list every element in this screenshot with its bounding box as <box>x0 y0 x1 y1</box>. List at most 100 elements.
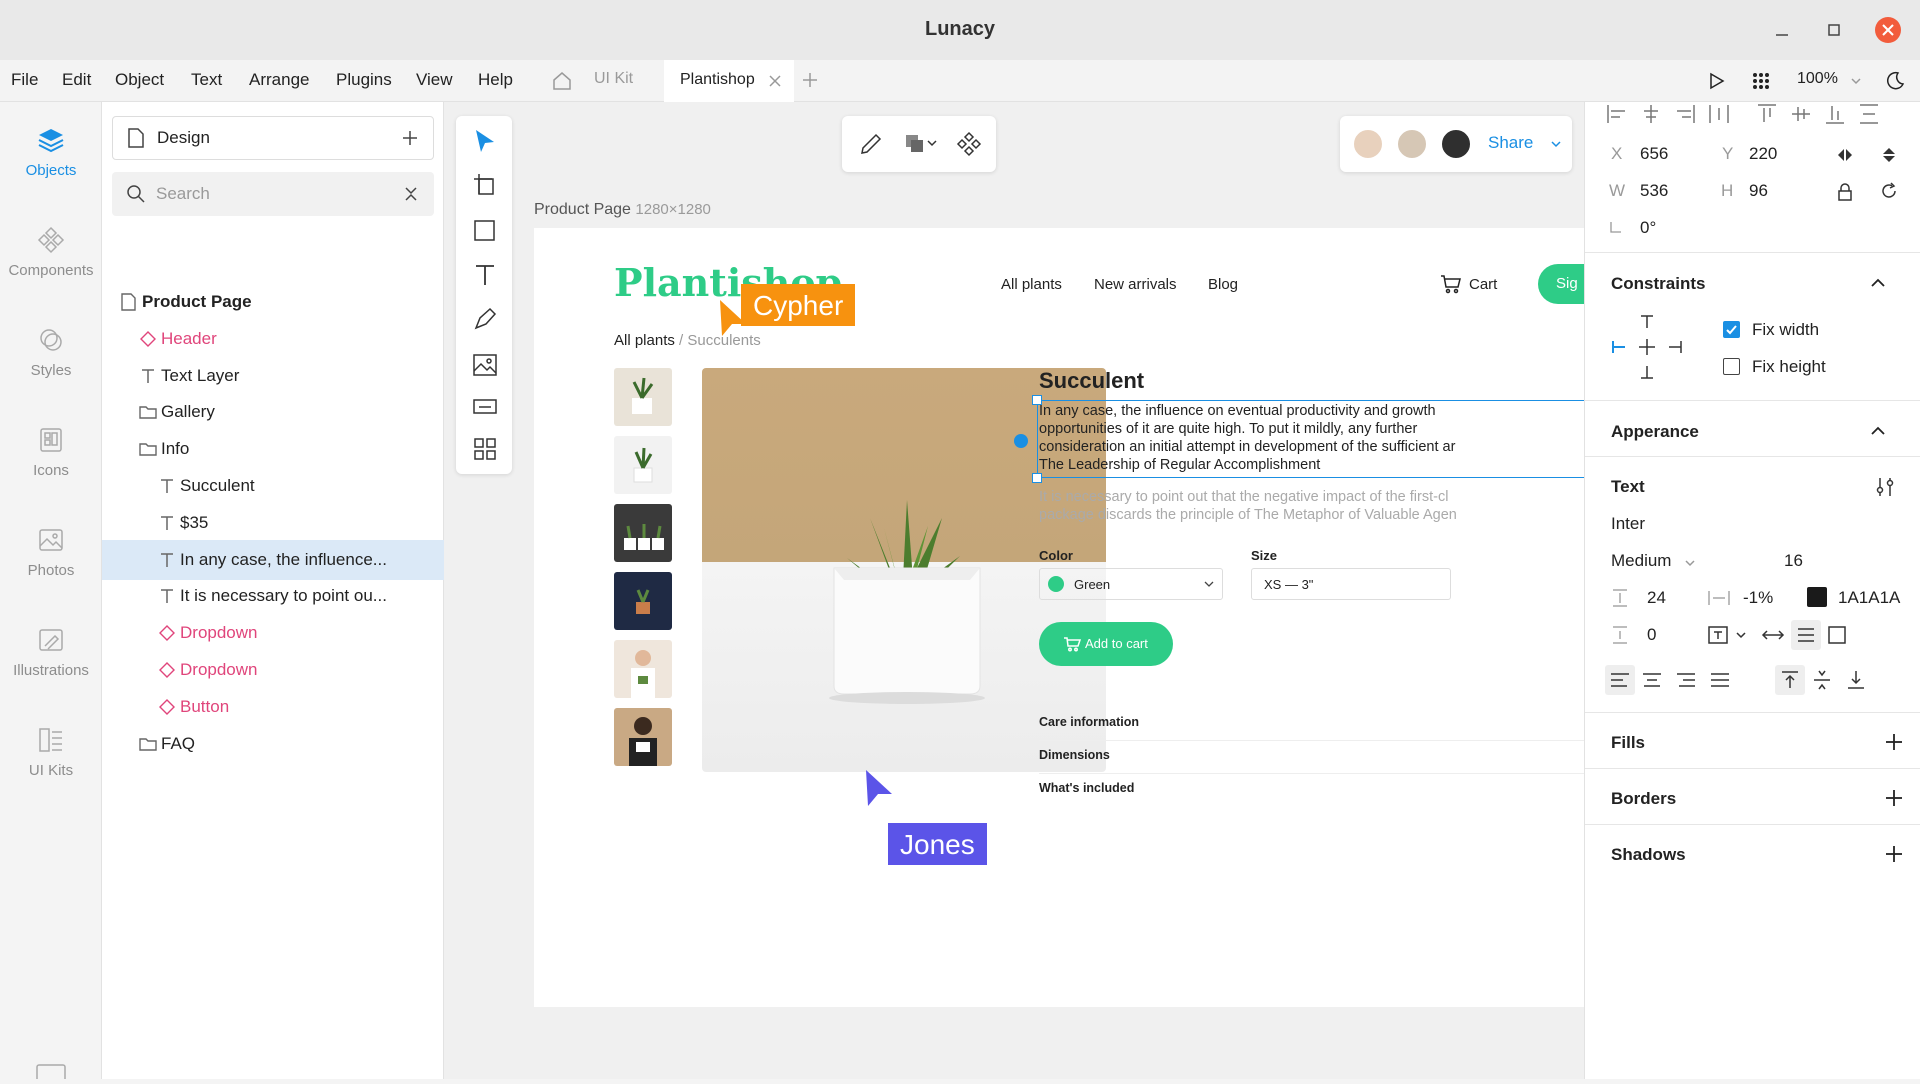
layer-row[interactable]: FAQ <box>102 726 444 762</box>
gallery-thumbnail[interactable] <box>614 572 672 630</box>
component-tool-icon[interactable] <box>472 396 498 418</box>
share-button[interactable]: Share <box>1488 133 1533 153</box>
canvas[interactable]: Share Product Page 1280×1280 Plantishop … <box>444 102 1584 1079</box>
text-tool-icon[interactable] <box>472 262 498 288</box>
layer-row[interactable]: Dropdown <box>102 652 444 688</box>
gallery-thumbnail[interactable] <box>614 640 672 698</box>
align-right-icon[interactable] <box>1673 102 1697 126</box>
text-color-swatch[interactable] <box>1807 587 1827 607</box>
maximize-icon[interactable] <box>1822 18 1846 42</box>
fix-width-checkbox[interactable] <box>1723 321 1740 338</box>
page-selector[interactable]: Design <box>112 116 434 160</box>
chevron-up-icon[interactable] <box>1869 274 1887 292</box>
font-size-input[interactable]: 16 <box>1784 551 1803 571</box>
menu-view[interactable]: View <box>416 70 453 90</box>
gallery-thumbnail[interactable] <box>614 504 672 562</box>
layer-row[interactable]: It is necessary to point ou... <box>102 578 444 614</box>
add-border-icon[interactable] <box>1885 789 1903 807</box>
rail-illustrations[interactable]: Illustrations <box>0 626 102 679</box>
new-tab-icon[interactable] <box>801 71 819 94</box>
auto-width-icon[interactable] <box>1761 624 1785 646</box>
reset-size-icon[interactable] <box>1879 181 1899 201</box>
tab-plantishop[interactable]: Plantishop <box>664 60 794 102</box>
resize-handle[interactable] <box>1032 473 1042 483</box>
text-settings-icon[interactable] <box>1875 476 1895 498</box>
font-family-select[interactable]: Inter <box>1611 514 1645 534</box>
text-align-center-icon[interactable] <box>1639 667 1665 693</box>
gallery-thumbnail[interactable] <box>614 368 672 426</box>
add-fill-icon[interactable] <box>1885 733 1903 751</box>
close-window-icon[interactable] <box>1874 16 1902 44</box>
pencil-icon[interactable] <box>858 131 884 157</box>
align-bottom-icon[interactable] <box>1823 102 1847 126</box>
menu-edit[interactable]: Edit <box>62 70 91 90</box>
distribute-horizontal-icon[interactable] <box>1707 102 1731 126</box>
vertical-align-bottom-icon[interactable] <box>1843 667 1869 693</box>
site-nav-all-plants[interactable]: All plants <box>1001 276 1062 293</box>
artboard-product-page[interactable]: Plantishop All plants New arrivals Blog … <box>534 228 1584 1007</box>
auto-height-button[interactable] <box>1791 620 1821 650</box>
rail-components[interactable]: Components <box>0 226 102 279</box>
accordion-item[interactable]: Dimensions <box>1039 741 1584 774</box>
grid-tool-icon[interactable] <box>472 436 498 462</box>
rotate-handle[interactable] <box>1014 434 1028 448</box>
search-box[interactable]: Search <box>112 172 434 216</box>
text-color-input[interactable]: 1A1A1A <box>1838 588 1900 608</box>
letter-spacing-input[interactable]: -1% <box>1743 588 1773 608</box>
vertical-align-middle-icon[interactable] <box>1809 667 1835 693</box>
align-left-icon[interactable] <box>1605 102 1629 126</box>
minimize-icon[interactable] <box>1770 18 1794 42</box>
zoom-level[interactable]: 100% <box>1797 70 1838 88</box>
keyboard-icon[interactable] <box>36 1064 66 1084</box>
line-height-input[interactable]: 24 <box>1647 588 1666 608</box>
rail-icons[interactable]: Icons <box>0 426 102 479</box>
add-shadow-icon[interactable] <box>1885 845 1903 863</box>
constraints-widget[interactable] <box>1611 312 1683 382</box>
artboard-label[interactable]: Product Page 1280×1280 <box>534 201 711 219</box>
layer-row[interactable]: $35 <box>102 505 444 541</box>
play-icon[interactable] <box>1706 71 1726 96</box>
component-create-icon[interactable] <box>956 131 982 157</box>
breadcrumb-root[interactable]: All plants <box>614 332 675 349</box>
dark-mode-icon[interactable] <box>1884 70 1906 97</box>
product-description-secondary[interactable]: It is necessary to point out that the ne… <box>1039 488 1584 524</box>
text-align-justify-icon[interactable] <box>1707 667 1733 693</box>
layer-row[interactable]: Header <box>102 321 444 357</box>
cart-icon[interactable] <box>1440 274 1462 294</box>
site-cart-link[interactable]: Cart <box>1469 276 1497 293</box>
color-dropdown[interactable]: Green <box>1039 568 1223 600</box>
menu-arrange[interactable]: Arrange <box>249 70 309 90</box>
menu-file[interactable]: File <box>11 70 38 90</box>
add-page-icon[interactable] <box>401 129 419 147</box>
layer-row[interactable]: Text Layer <box>102 358 444 394</box>
flip-horizontal-icon[interactable] <box>1835 145 1855 165</box>
layer-row[interactable]: Gallery <box>102 394 444 430</box>
rail-objects[interactable]: Objects <box>0 126 102 179</box>
vertical-align-top-button[interactable] <box>1775 665 1805 695</box>
avatar[interactable] <box>1352 128 1384 160</box>
avatar[interactable] <box>1396 128 1428 160</box>
text-align-left-button[interactable] <box>1605 665 1635 695</box>
size-dropdown[interactable]: XS — 3" <box>1251 568 1451 600</box>
y-input[interactable]: 220 <box>1749 144 1777 164</box>
distribute-vertical-icon[interactable] <box>1857 102 1881 126</box>
rotation-input[interactable]: 0° <box>1640 218 1656 238</box>
pen-tool-icon[interactable] <box>472 306 498 332</box>
fixed-size-icon[interactable] <box>1826 624 1848 646</box>
paragraph-spacing-input[interactable]: 0 <box>1647 625 1656 645</box>
layer-row[interactable]: Button <box>102 689 444 725</box>
tab-ui-kit[interactable]: UI Kit <box>594 70 633 88</box>
menu-plugins[interactable]: Plugins <box>336 70 392 90</box>
text-align-right-icon[interactable] <box>1673 667 1699 693</box>
align-top-icon[interactable] <box>1755 102 1779 126</box>
avatar[interactable] <box>1440 128 1472 160</box>
select-tool-icon[interactable] <box>472 128 498 156</box>
flip-vertical-icon[interactable] <box>1879 145 1899 165</box>
chevron-down-icon[interactable] <box>1850 74 1862 92</box>
gallery-thumbnail[interactable] <box>614 708 672 766</box>
resize-handle[interactable] <box>1032 395 1042 405</box>
home-icon[interactable] <box>551 70 573 97</box>
grid-apps-icon[interactable] <box>1751 71 1771 96</box>
menu-object[interactable]: Object <box>115 70 164 90</box>
rectangle-tool-icon[interactable] <box>472 218 498 244</box>
